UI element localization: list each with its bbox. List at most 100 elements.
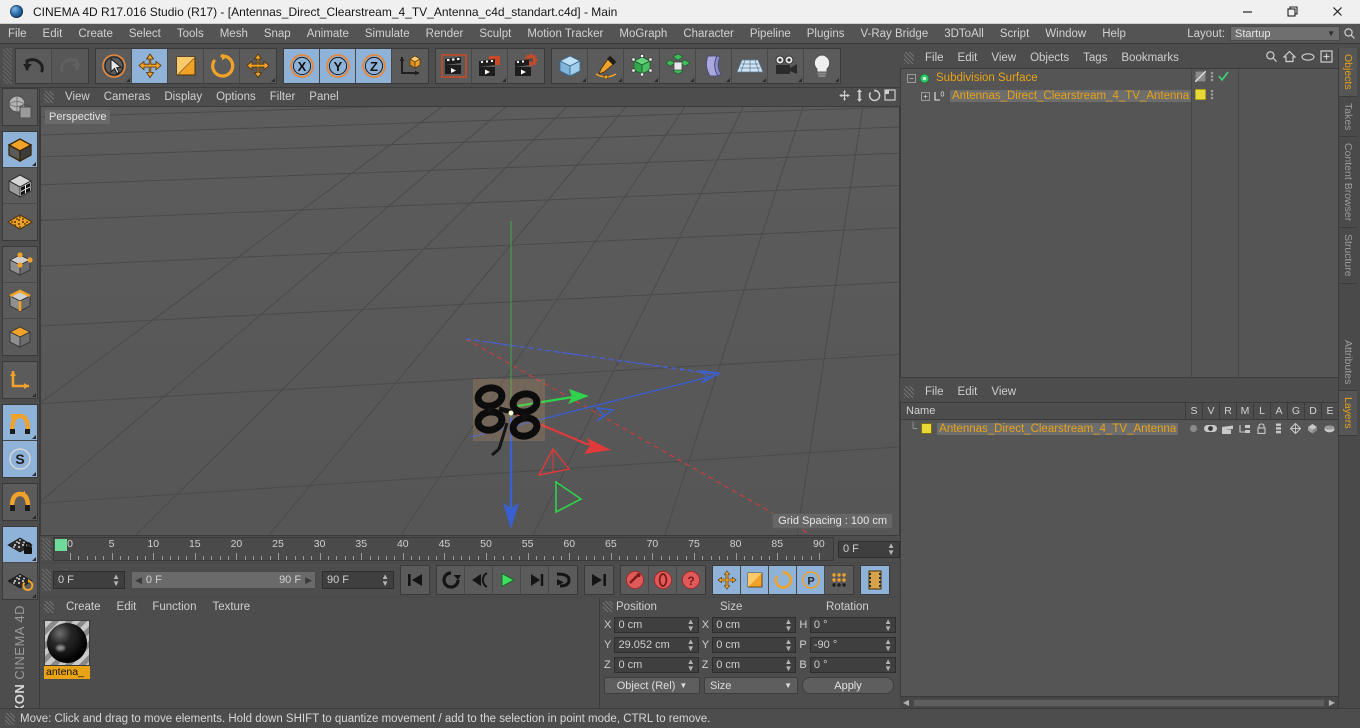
- record-pla-icon[interactable]: P: [797, 566, 825, 594]
- toolbar-grip[interactable]: [3, 47, 12, 84]
- edges-mode-icon[interactable]: [2, 283, 37, 319]
- max-frame-field[interactable]: 90 F ▲ ▼: [322, 571, 394, 589]
- layer-horizontal-scrollbar[interactable]: ◀ ▶: [900, 696, 1338, 708]
- layer-manager-body[interactable]: Name S V R M L A G D E └ Antennas_Direct_Clearstr…: [900, 402, 1338, 708]
- layer-cell-deformer[interactable]: [1304, 423, 1321, 434]
- menu-item-character[interactable]: Character: [675, 24, 742, 44]
- material-list[interactable]: antena_: [40, 616, 599, 708]
- points-mode-icon[interactable]: [2, 247, 37, 283]
- layer-cell-solo[interactable]: [1185, 424, 1202, 433]
- layer-cell-lock[interactable]: [1253, 423, 1270, 434]
- deformer-bend-icon[interactable]: [696, 48, 732, 83]
- visibility-dots-icon[interactable]: [1210, 71, 1214, 85]
- position-z-field[interactable]: 0 cm ▲ ▼: [614, 656, 699, 673]
- menu-item-mograph[interactable]: MoGraph: [611, 24, 675, 44]
- array-icon[interactable]: [660, 48, 696, 83]
- minimize-icon[interactable]: [1225, 0, 1270, 24]
- viewport-menu-view[interactable]: View: [58, 88, 97, 106]
- menu-item-file[interactable]: File: [0, 24, 35, 44]
- size-z-field[interactable]: 0 cm ▲ ▼: [712, 656, 797, 673]
- menu-item-tools[interactable]: Tools: [169, 24, 212, 44]
- timeline-playhead[interactable]: [55, 539, 67, 551]
- record-rotation-icon[interactable]: [769, 566, 797, 594]
- lock-y-icon[interactable]: Y: [320, 48, 356, 83]
- layer-menu-view[interactable]: View: [984, 382, 1023, 402]
- rotation-p-field[interactable]: -90 ° ▲ ▼: [809, 636, 897, 653]
- object-manager-body[interactable]: − Subdivision Surface + 0 Antennas_Direc…: [900, 68, 1338, 378]
- autokeying-icon[interactable]: [649, 566, 677, 594]
- record-position-icon[interactable]: [713, 566, 741, 594]
- floor-environment-icon[interactable]: [732, 48, 768, 83]
- layer-cell-manager[interactable]: [1236, 424, 1253, 434]
- spinner-icon[interactable]: ▲ ▼: [687, 657, 695, 672]
- spinner-icon[interactable]: ▲ ▼: [884, 657, 892, 672]
- search-icon[interactable]: [1340, 27, 1358, 40]
- polygons-mode-icon[interactable]: [2, 319, 37, 355]
- viewport-menu-display[interactable]: Display: [157, 88, 209, 106]
- layer-column-d[interactable]: D: [1304, 403, 1321, 419]
- menu-item-render[interactable]: Render: [418, 24, 472, 44]
- material-menu-function[interactable]: Function: [144, 598, 204, 616]
- spinner-icon[interactable]: ▲ ▼: [112, 573, 120, 588]
- viewport-menu-filter[interactable]: Filter: [263, 88, 303, 106]
- layer-cell-expression[interactable]: [1321, 425, 1338, 433]
- rotate-tool-icon[interactable]: [204, 48, 240, 83]
- menu-item-script[interactable]: Script: [992, 24, 1037, 44]
- menu-item-simulate[interactable]: Simulate: [357, 24, 418, 44]
- position-y-field[interactable]: 29.052 cm ▲ ▼: [614, 636, 699, 653]
- current-frame-field[interactable]: 0 F ▲ ▼: [53, 571, 125, 589]
- live-selection-icon[interactable]: [96, 48, 132, 83]
- next-keyframe-icon[interactable]: [521, 566, 549, 594]
- scale-tool-icon[interactable]: [168, 48, 204, 83]
- layer-column-s[interactable]: S: [1185, 403, 1202, 419]
- object-menu-edit[interactable]: Edit: [951, 48, 985, 68]
- search-icon[interactable]: [1265, 50, 1278, 66]
- material-manager-grip[interactable]: [44, 601, 54, 613]
- range-right-arrow-icon[interactable]: ▶: [305, 575, 312, 586]
- cube-primitive-icon[interactable]: [552, 48, 588, 83]
- record-scale-icon[interactable]: [741, 566, 769, 594]
- rotation-b-field[interactable]: 0 ° ▲ ▼: [809, 656, 897, 673]
- light-icon[interactable]: [804, 48, 840, 83]
- object-menu-file[interactable]: File: [918, 48, 951, 68]
- layer-column-name[interactable]: Name: [901, 403, 1185, 419]
- scrollbar-thumb[interactable]: [913, 698, 1325, 707]
- menu-item-plugins[interactable]: Plugins: [799, 24, 853, 44]
- go-to-start-icon[interactable]: [401, 566, 429, 594]
- camera-icon[interactable]: [768, 48, 804, 83]
- frame-range-slider[interactable]: ◀ 0 F 90 F ▶: [131, 571, 316, 589]
- object-menu-objects[interactable]: Objects: [1023, 48, 1076, 68]
- expand-collapse-icon[interactable]: +: [921, 91, 930, 101]
- menu-item-motion-tracker[interactable]: Motion Tracker: [519, 24, 611, 44]
- size-x-field[interactable]: 0 cm ▲ ▼: [712, 616, 797, 633]
- layer-name-cell[interactable]: └ Antennas_Direct_Clearstream_4_TV_Anten…: [901, 422, 1185, 435]
- spinner-icon[interactable]: ▲ ▼: [884, 617, 892, 632]
- scroll-left-arrow-icon[interactable]: ◀: [900, 698, 912, 707]
- home-icon[interactable]: [1282, 50, 1297, 66]
- material-item[interactable]: antena_: [44, 620, 90, 679]
- object-menu-bookmarks[interactable]: Bookmarks: [1114, 48, 1186, 68]
- layer-menu-edit[interactable]: Edit: [951, 382, 985, 402]
- vertical-tab-layers[interactable]: Layers: [1339, 391, 1357, 436]
- vertical-tab-attributes[interactable]: Attributes: [1339, 333, 1357, 392]
- rotation-h-field[interactable]: 0 ° ▲ ▼: [809, 616, 897, 633]
- object-menu-view[interactable]: View: [984, 48, 1023, 68]
- go-to-end-icon[interactable]: [585, 566, 613, 594]
- viewport-rotate-icon[interactable]: [868, 89, 881, 105]
- axis-modify-icon[interactable]: [2, 362, 37, 398]
- layer-cell-render[interactable]: [1219, 424, 1236, 434]
- layer-column-g[interactable]: G: [1287, 403, 1304, 419]
- viewport-move-icon[interactable]: [838, 89, 851, 105]
- status-bar-grip[interactable]: [5, 712, 15, 725]
- layer-column-a[interactable]: A: [1270, 403, 1287, 419]
- expand-collapse-icon[interactable]: −: [907, 73, 916, 83]
- vertical-tab-objects[interactable]: Objects: [1339, 48, 1357, 97]
- coordinate-mode-dropdown[interactable]: Object (Rel) ▼: [604, 677, 700, 694]
- vertical-tab-structure[interactable]: Structure: [1339, 228, 1357, 284]
- size-y-field[interactable]: 0 cm ▲ ▼: [712, 636, 797, 653]
- vertical-tab-takes[interactable]: Takes: [1339, 96, 1357, 138]
- spinner-icon[interactable]: ▲ ▼: [784, 637, 792, 652]
- layer-column-v[interactable]: V: [1202, 403, 1219, 419]
- world-object-coord-icon[interactable]: [392, 48, 428, 83]
- menu-item-window[interactable]: Window: [1037, 24, 1094, 44]
